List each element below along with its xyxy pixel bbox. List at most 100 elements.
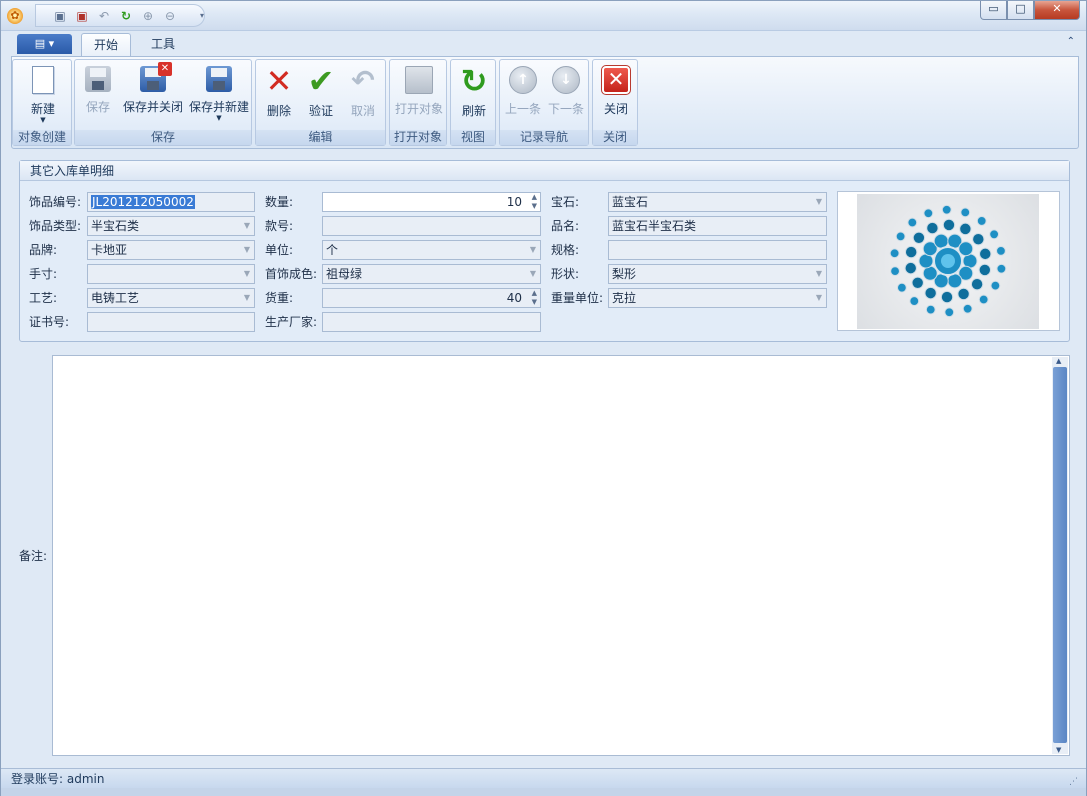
brand-select[interactable]: 卡地亚 ▼ bbox=[87, 240, 255, 260]
item-code-field[interactable]: JL201212050002 bbox=[87, 192, 255, 212]
model-no-label: 款号: bbox=[265, 219, 294, 233]
product-name-field[interactable]: 蓝宝石半宝石类 bbox=[608, 216, 827, 236]
title-bar: ✿ ▣ ▣ ↶ ↻ ⊕ ⊖ ▾ ▭ □ ✕ bbox=[1, 1, 1086, 31]
refresh-button[interactable]: ↻ 刷新 bbox=[453, 62, 495, 124]
shape-select[interactable]: 梨形 ▼ bbox=[608, 264, 827, 284]
save-close-icon: ✕ bbox=[140, 62, 172, 92]
refresh-icon: ↻ bbox=[460, 62, 488, 100]
delete-icon: ✕ bbox=[265, 62, 293, 100]
up-icon[interactable]: ⊕ bbox=[140, 8, 156, 24]
maximize-button[interactable]: □ bbox=[1007, 1, 1034, 20]
group-save-label: 保存 bbox=[75, 130, 251, 145]
save-close-button[interactable]: ✕ 保存并关闭 bbox=[121, 62, 185, 124]
ring-size-label: 手寸: bbox=[29, 267, 58, 281]
goods-weight-label: 货重: bbox=[265, 291, 294, 305]
window-bottom-edge bbox=[1, 788, 1086, 796]
model-no-field[interactable] bbox=[322, 216, 541, 236]
group-create: 新建 ▼ 对象创建 bbox=[12, 59, 72, 146]
jewelry-color-select[interactable]: 祖母绿 ▼ bbox=[322, 264, 541, 284]
new-button[interactable]: 新建 ▼ bbox=[17, 62, 69, 124]
ribbon: 新建 ▼ 对象创建 保存 ✕ 保存并关闭 保存并新建 ▼ 保存 ✕ 删除 ✔ 验… bbox=[11, 56, 1079, 149]
save-icon bbox=[85, 66, 111, 92]
tab-start[interactable]: 开始 bbox=[81, 33, 132, 56]
shape-label: 形状: bbox=[551, 267, 580, 281]
remark-textarea[interactable]: ▲ ▼ bbox=[52, 355, 1070, 756]
unit-label: 单位: bbox=[265, 243, 294, 257]
quantity-label: 数量: bbox=[265, 195, 294, 209]
refresh-icon[interactable]: ↻ bbox=[118, 8, 134, 24]
close-window-button[interactable]: ✕ bbox=[1034, 1, 1080, 20]
scroll-thumb[interactable] bbox=[1053, 367, 1067, 743]
quantity-stepper[interactable]: 10 ▲ ▼ bbox=[322, 192, 541, 212]
cancel-button[interactable]: ↶ 取消 bbox=[342, 62, 384, 124]
group-close-label: 关闭 bbox=[593, 130, 637, 145]
group-view-label: 视图 bbox=[451, 130, 495, 145]
open-object-button[interactable]: 打开对象 bbox=[392, 62, 446, 124]
brooch-image bbox=[889, 204, 1007, 318]
remark-scrollbar[interactable]: ▲ ▼ bbox=[1052, 357, 1068, 754]
item-type-label: 饰品类型: bbox=[29, 219, 82, 233]
close-button[interactable]: ✕ 关闭 bbox=[595, 62, 637, 124]
group-create-label: 对象创建 bbox=[13, 130, 71, 145]
ring-size-select[interactable]: ▼ bbox=[87, 264, 255, 284]
detail-panel: 其它入库单明细 饰品编号: JL201212050002 饰品类型: 半宝石类 ▼… bbox=[19, 160, 1070, 342]
weight-unit-label: 重量单位: bbox=[551, 291, 604, 305]
new-document-icon bbox=[32, 66, 54, 94]
remark-label: 备注: bbox=[19, 549, 48, 563]
gemstone-label: 宝石: bbox=[551, 195, 580, 209]
customize-icon[interactable]: ▾ bbox=[194, 8, 210, 24]
panel-title: 其它入库单明细 bbox=[20, 161, 1069, 181]
down-icon[interactable]: ⊖ bbox=[162, 8, 178, 24]
save-new-icon bbox=[206, 66, 232, 92]
main-window: ✿ ▣ ▣ ↶ ↻ ⊕ ⊖ ▾ ▭ □ ✕ ▤ ▾ 开始 工具 ⌃ 新建 ▼ 对… bbox=[0, 0, 1087, 796]
ribbon-tabs: ▤ ▾ 开始 工具 ⌃ bbox=[11, 32, 1079, 56]
login-account-text: 登录账号: admin bbox=[11, 772, 105, 786]
group-save: 保存 ✕ 保存并关闭 保存并新建 ▼ 保存 bbox=[74, 59, 252, 146]
prev-record-button[interactable]: ↑ 上一条 bbox=[502, 62, 544, 124]
unit-select[interactable]: 个 ▼ bbox=[322, 240, 541, 260]
group-nav-label: 记录导航 bbox=[500, 130, 588, 145]
quick-access-toolbar: ▣ ▣ ↶ ↻ ⊕ ⊖ ▾ bbox=[35, 4, 205, 27]
brand-label: 品牌: bbox=[29, 243, 58, 257]
group-nav: ↑ 上一条 ↓ 下一条 记录导航 bbox=[499, 59, 589, 146]
undo-icon[interactable]: ↶ bbox=[96, 8, 112, 24]
gemstone-select[interactable]: 蓝宝石 ▼ bbox=[608, 192, 827, 212]
arrow-up-icon: ↑ bbox=[509, 66, 537, 94]
app-menu-button[interactable]: ▤ ▾ bbox=[17, 34, 72, 54]
validate-button[interactable]: ✔ 验证 bbox=[300, 62, 342, 124]
goods-weight-stepper[interactable]: 40 ▲ ▼ bbox=[322, 288, 541, 308]
close-icon: ✕ bbox=[601, 65, 631, 95]
delete-button[interactable]: ✕ 删除 bbox=[258, 62, 300, 124]
ribbon-collapse-icon[interactable]: ⌃ bbox=[1067, 36, 1075, 47]
craft-label: 工艺: bbox=[29, 291, 58, 305]
craft-select[interactable]: 电铸工艺 ▼ bbox=[87, 288, 255, 308]
scroll-up-icon[interactable]: ▲ bbox=[1056, 357, 1061, 365]
group-view: ↻ 刷新 视图 bbox=[450, 59, 496, 146]
weight-unit-select[interactable]: 克拉 ▼ bbox=[608, 288, 827, 308]
item-code-label: 饰品编号: bbox=[29, 195, 82, 209]
save-button[interactable]: 保存 bbox=[77, 62, 119, 124]
group-edit-label: 编辑 bbox=[256, 130, 385, 145]
status-bar: 登录账号: admin ⋰ bbox=[1, 768, 1086, 788]
next-record-button[interactable]: ↓ 下一条 bbox=[545, 62, 587, 124]
minimize-button[interactable]: ▭ bbox=[980, 1, 1007, 20]
group-open-label: 打开对象 bbox=[390, 130, 446, 145]
jewelry-color-label: 首饰成色: bbox=[265, 267, 318, 281]
save-new-button[interactable]: 保存并新建 ▼ bbox=[187, 62, 251, 124]
save-close-icon[interactable]: ▣ bbox=[74, 8, 90, 24]
group-close: ✕ 关闭 关闭 bbox=[592, 59, 638, 146]
cert-no-label: 证书号: bbox=[29, 315, 70, 329]
group-edit: ✕ 删除 ✔ 验证 ↶ 取消 编辑 bbox=[255, 59, 386, 146]
tab-tools[interactable]: 工具 bbox=[139, 33, 187, 56]
item-type-select[interactable]: 半宝石类 ▼ bbox=[87, 216, 255, 236]
arrow-down-icon: ↓ bbox=[552, 66, 580, 94]
app-icon[interactable]: ✿ bbox=[7, 8, 23, 24]
save-icon[interactable]: ▣ bbox=[52, 8, 68, 24]
undo-icon: ↶ bbox=[351, 64, 375, 97]
product-photo-box[interactable] bbox=[837, 191, 1060, 331]
open-object-icon bbox=[405, 66, 433, 94]
cert-no-field[interactable] bbox=[87, 312, 255, 332]
spec-field[interactable] bbox=[608, 240, 827, 260]
scroll-down-icon[interactable]: ▼ bbox=[1056, 746, 1061, 754]
manufacturer-field[interactable] bbox=[322, 312, 541, 332]
